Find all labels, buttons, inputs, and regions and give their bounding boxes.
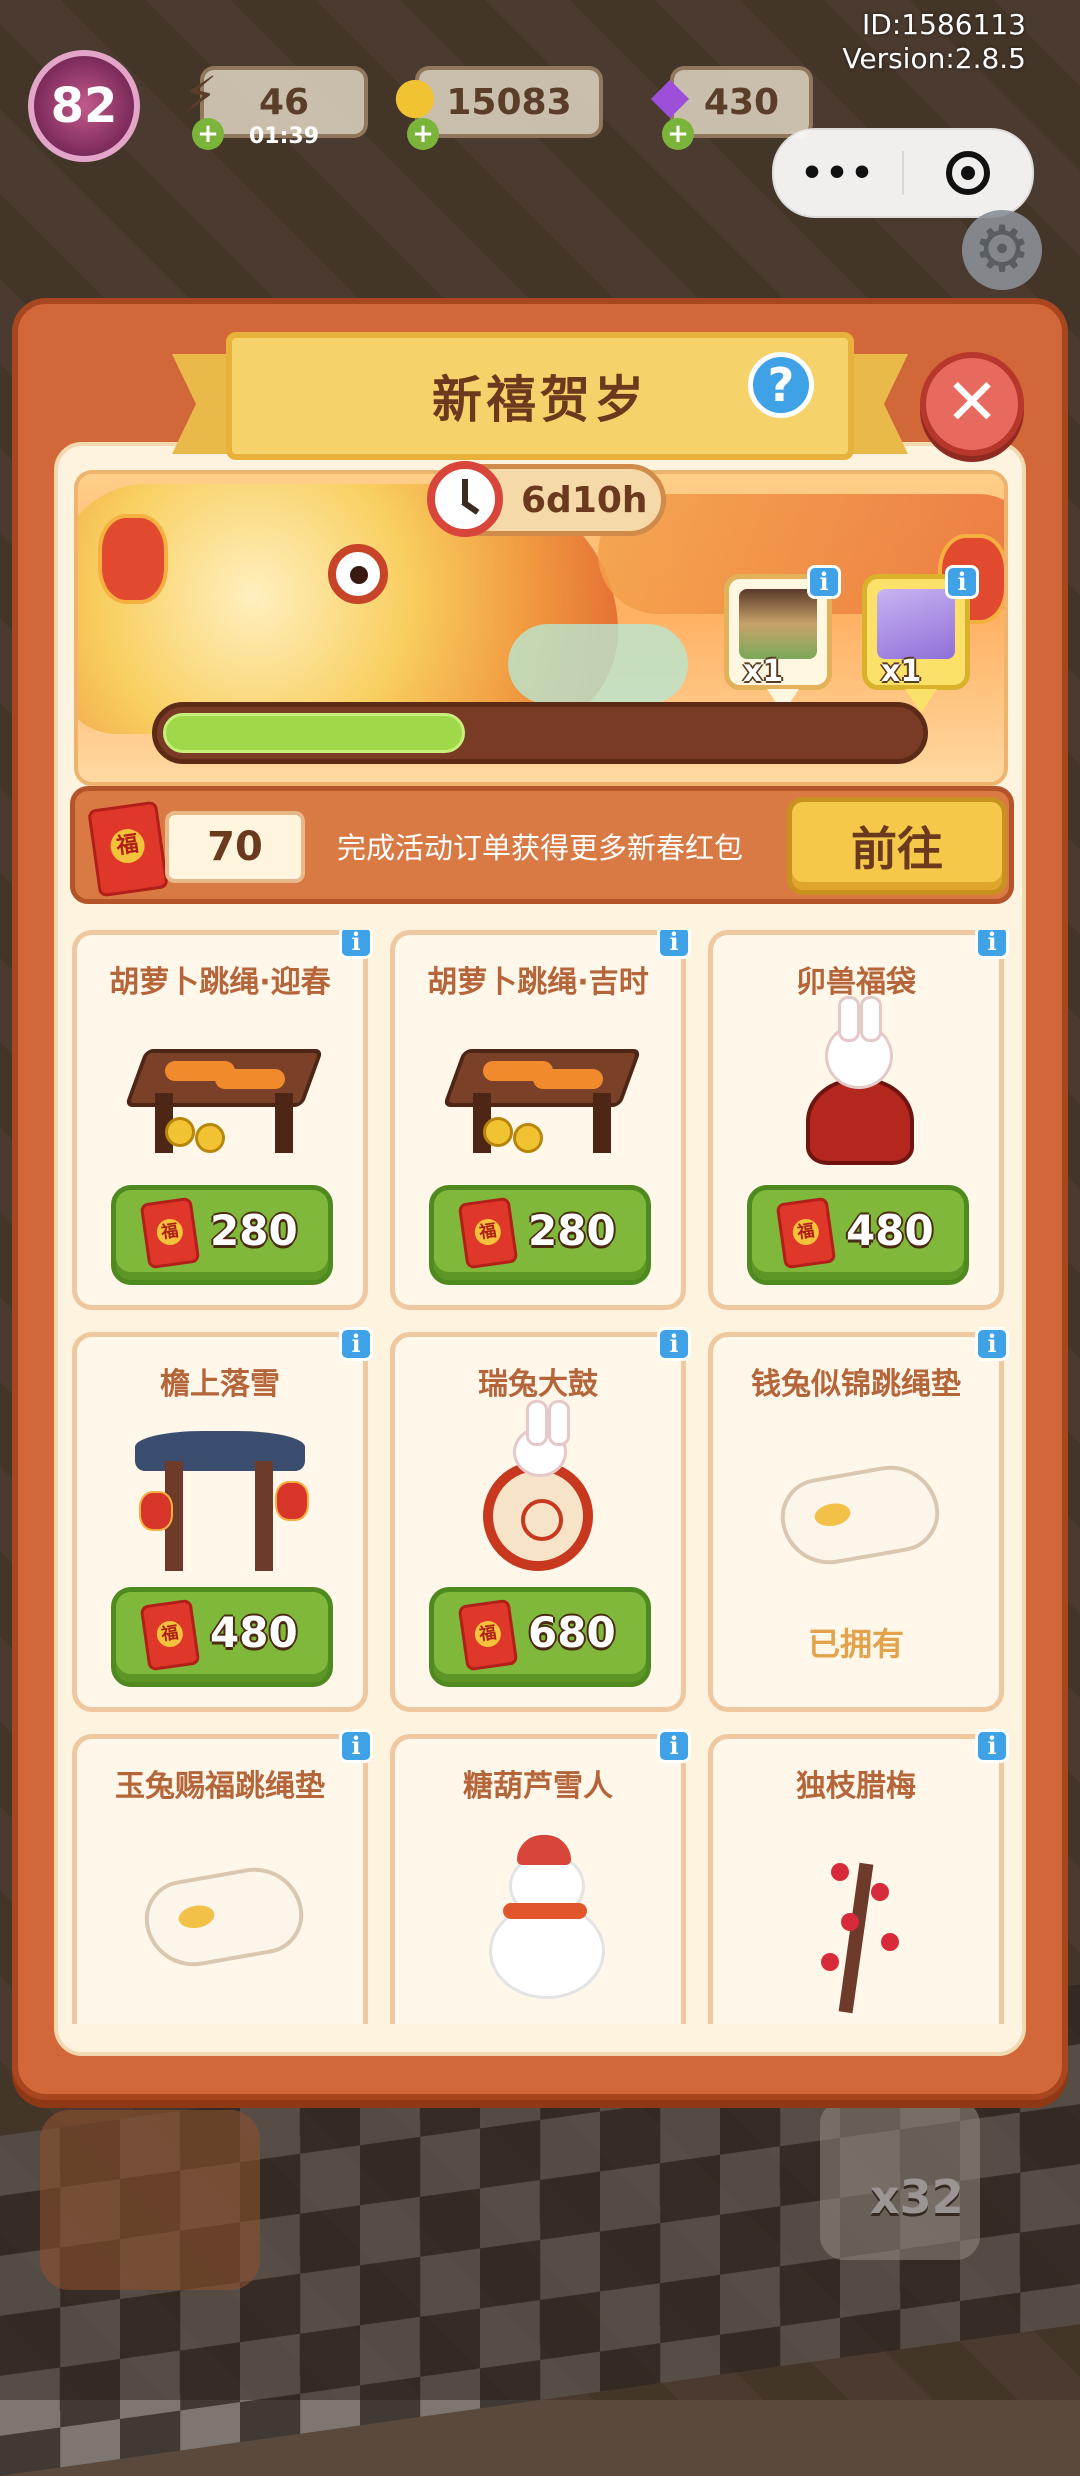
event-timer: 6d10h [427,461,666,537]
candied-haw-snowman-image [443,1823,633,1999]
item-price: 280 [210,1206,298,1255]
shop-item-card[interactable]: 玉兔赐福跳绳垫 i [72,1729,373,2024]
red-envelope-count: 70 [165,811,305,883]
rabbit-jump-mat-image [761,1421,951,1573]
item-name: 糖葫芦雪人 [463,1769,613,1804]
rabbit-lucky-bag-image [761,996,951,1169]
dialog-title: 新禧贺岁 [432,371,648,429]
red-envelope-icon [87,800,169,898]
info-icon[interactable]: i [975,930,1009,959]
clock-icon [427,461,503,537]
add-coins-button[interactable]: + [407,118,439,150]
shop-item-card[interactable]: 胡萝卜跳绳·迎春 280 i [72,930,373,1310]
currency-description: 完成活动订单获得更多新春红包 [337,831,744,865]
item-name: 独枝腊梅 [796,1769,916,1804]
shop-item-card[interactable]: 卯兽福袋 480 i [708,930,1009,1310]
add-energy-button[interactable]: + [192,118,224,150]
info-icon[interactable]: i [657,1327,691,1361]
ribbon-bow-illustration [508,624,688,704]
info-icon[interactable]: i [339,1729,373,1763]
info-icon[interactable]: i [975,1729,1009,1763]
timer-text: 6d10h [521,479,648,521]
gem-counter[interactable]: ◆ 430 + [651,66,813,150]
buy-button[interactable]: 480 [111,1587,333,1687]
help-button[interactable]: ? [748,352,814,418]
user-id: ID:1586113 [862,8,1026,41]
item-name: 檐上落雪 [160,1367,280,1402]
item-name: 胡萝卜跳绳·迎春 [109,965,331,1000]
energy-timer: 01:39 [248,124,320,149]
info-icon[interactable]: i [807,565,841,599]
red-envelope-icon [139,1196,201,1270]
energy-value: 46 [258,81,310,123]
item-name: 瑞兔大鼓 [478,1367,598,1402]
red-envelope-icon [775,1196,837,1270]
item-name: 玉兔赐福跳绳垫 [115,1769,325,1804]
shop-grid: 胡萝卜跳绳·迎春 280 i 胡萝卜跳绳·吉时 280 i 卯兽福袋 [70,930,1010,2024]
progress-fill [163,713,465,753]
item-name: 钱兔似锦跳绳垫 [751,1367,961,1402]
carrot-jump-rope-bench-image [442,1019,642,1169]
item-name: 胡萝卜跳绳·吉时 [427,965,649,1000]
carrot-jump-rope-bench-image [124,1019,324,1169]
milestone-reward-2[interactable]: x1 i [862,565,979,713]
info-icon[interactable]: i [339,1327,373,1361]
shop-item-card[interactable]: 檐上落雪 480 i [72,1327,373,1712]
shop-building-icon [739,589,817,659]
close-miniprogram-button[interactable] [904,151,1032,195]
item-price: 480 [846,1206,934,1255]
rabbit-drum-image [443,1400,633,1571]
snowy-eaves-gate-image [125,1421,315,1571]
energy-counter[interactable]: ⚡ 46 01:39 + [182,66,368,150]
coin-value: 15083 [446,81,572,123]
red-envelope-icon [139,1598,201,1672]
shop-item-card[interactable]: 糖葫芦雪人 i [390,1729,691,2024]
info-icon[interactable]: i [339,930,373,959]
milestone-reward-1[interactable]: x1 i [724,565,841,713]
buy-button[interactable]: 280 [429,1185,651,1285]
miniprogram-capsule: ••• [772,128,1034,218]
buy-button[interactable]: 680 [429,1587,651,1687]
target-icon [946,151,990,195]
player-level-badge[interactable]: 82 [28,50,140,162]
buy-button[interactable]: 280 [111,1185,333,1285]
red-envelope-currency-bar: 70 完成活动订单获得更多新春红包 前往 [70,786,1014,904]
shop-item-card[interactable]: 瑞兔大鼓 680 i [390,1327,691,1712]
item-price: 480 [210,1608,298,1657]
coin-counter[interactable]: ● 15083 + [393,66,603,150]
item-price: 680 [528,1608,616,1657]
reward-quantity: x1 [881,654,922,689]
close-button[interactable]: ✕ [920,352,1024,456]
info-icon[interactable]: i [657,1729,691,1763]
plum-blossom-tree-image [761,1823,951,2014]
jade-rabbit-jump-mat-image [125,1823,315,1975]
shop-item-card[interactable]: 钱兔似锦跳绳垫 已拥有 i [708,1327,1009,1712]
shop-item-card[interactable]: 独枝腊梅 i [708,1729,1009,2024]
info-icon[interactable]: i [657,930,691,959]
event-progress-bar [152,702,928,764]
reward-quantity: x1 [743,654,784,689]
build-info: ID:1586113 Version:2.8.5 [842,8,1026,76]
more-options-button[interactable]: ••• [774,153,902,194]
upgrade-card-icon [877,589,955,659]
owned-label: 已拥有 [807,1625,904,1663]
shop-item-card[interactable]: 胡萝卜跳绳·吉时 280 i [390,930,691,1310]
item-price: 280 [528,1206,616,1255]
gem-value: 430 [703,81,780,123]
red-envelope-icon [457,1598,519,1672]
dragon-eye [328,544,388,604]
goto-button[interactable]: 前往 [787,797,1007,895]
info-icon[interactable]: i [975,1327,1009,1361]
lantern-decoration [98,514,168,604]
player-level: 82 [50,78,118,134]
red-envelope-icon [457,1196,519,1270]
settings-gear-icon[interactable]: ⚙ [962,210,1042,290]
buy-button[interactable]: 480 [747,1185,969,1285]
item-name: 卯兽福袋 [796,965,916,1000]
add-gems-button[interactable]: + [662,118,694,150]
info-icon[interactable]: i [945,565,979,599]
version-label: Version:2.8.5 [842,42,1026,75]
